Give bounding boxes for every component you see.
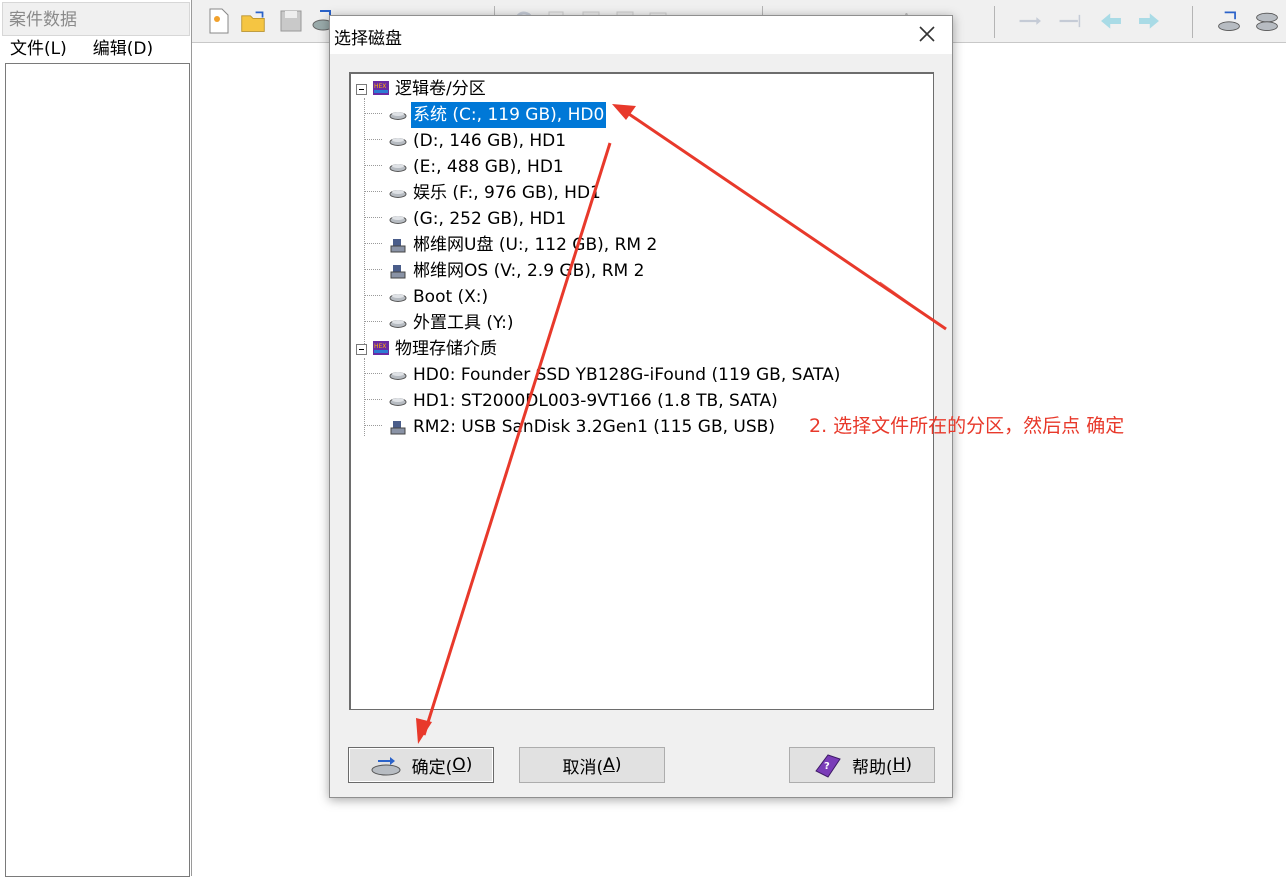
help-book-icon: ? [815, 754, 841, 778]
hard-drive-icon [389, 294, 407, 302]
ok-label-end: ) [465, 755, 473, 775]
disk-open-icon [371, 757, 401, 776]
menu-edit[interactable]: 编辑(D) [93, 36, 153, 62]
help-label-end: ) [905, 755, 913, 775]
tree-item-volume-2[interactable]: (E:, 488 GB), HD1 [389, 154, 929, 180]
hard-drive-icon [389, 216, 407, 224]
tree-item-volume-label: 郴维网U盘 (U:, 112 GB), RM 2 [413, 235, 658, 255]
disk-tree[interactable]: HEX 逻辑卷/分区 系统 (C:, 119 GB), HD0 (D:, 146… [349, 72, 934, 710]
cancel-label-end: ) [614, 755, 622, 775]
instruction-annotation: 2. 选择文件所在的分区，然后点 确定 [809, 415, 1125, 437]
back-arrow-icon[interactable] [1098, 7, 1124, 35]
svg-text:HEX: HEX [374, 343, 386, 350]
ok-button-label: 确定( [411, 757, 453, 778]
hard-drive-icon [389, 372, 407, 380]
hex-volume-icon: HEX [373, 81, 389, 95]
cancel-accelerator: A [603, 755, 615, 775]
hard-drive-icon [389, 190, 407, 198]
new-file-icon[interactable] [206, 7, 232, 35]
tree-item-volume-label: Boot (X:) [413, 287, 489, 307]
tree-item-disk-label: RM2: USB SanDisk 3.2Gen1 (115 GB, USB) [413, 417, 775, 437]
tree-item-volume-label: (G:, 252 GB), HD1 [413, 209, 567, 229]
help-accelerator: H [892, 755, 906, 775]
save-icon[interactable] [278, 7, 304, 35]
svg-text:?: ? [824, 761, 830, 772]
hard-drive-icon [389, 112, 407, 120]
case-panel-menu: 文件(L) 编辑(D) [2, 36, 153, 62]
tree-item-volume-label: (E:, 488 GB), HD1 [413, 157, 564, 177]
open-disk-icon[interactable] [1216, 7, 1242, 35]
svg-text:HEX: HEX [374, 83, 386, 90]
tree-group-logical-label: 逻辑卷/分区 [395, 79, 486, 99]
open-folder-icon[interactable] [240, 7, 266, 35]
hard-drive-icon [389, 164, 407, 172]
tree-item-volume-6[interactable]: 郴维网OS (V:, 2.9 GB), RM 2 [389, 258, 929, 284]
tree-item-volume-label: (D:, 146 GB), HD1 [413, 131, 567, 151]
forward-arrow-icon[interactable] [1136, 7, 1162, 35]
usb-drive-icon [390, 239, 406, 253]
hard-drive-icon [389, 398, 407, 406]
tree-group-physical-label: 物理存储介质 [395, 339, 497, 359]
tree-item-volume-5[interactable]: 郴维网U盘 (U:, 112 GB), RM 2 [389, 232, 929, 258]
collapse-logical-icon[interactable] [356, 84, 367, 95]
case-panel-title: 案件数据 [2, 2, 190, 36]
collapse-physical-icon[interactable] [356, 344, 367, 355]
tree-item-volume-0[interactable]: 系统 (C:, 119 GB), HD0 [389, 102, 929, 128]
tree-item-volume-label: 外置工具 (Y:) [413, 313, 514, 333]
hex-media-icon: HEX [373, 341, 389, 355]
tree-item-volume-8[interactable]: 外置工具 (Y:) [389, 310, 929, 336]
hard-drive-icon [389, 320, 407, 328]
open-disks-icon[interactable] [1254, 7, 1280, 35]
tree-item-disk-0[interactable]: HD0: Founder SSD YB128G-iFound (119 GB, … [389, 362, 929, 388]
select-disk-dialog: 选择磁盘 HEX 逻辑卷/分区 系统 (C:, 119 GB), HD0 (D:… [329, 15, 953, 798]
tree-item-disk-label: HD0: Founder SSD YB128G-iFound (119 GB, … [413, 365, 841, 385]
help-button[interactable]: ? 帮助(H) [789, 747, 935, 783]
usb-drive-icon [390, 421, 406, 435]
usb-drive-icon [390, 265, 406, 279]
tree-item-volume-4[interactable]: (G:, 252 GB), HD1 [389, 206, 929, 232]
goto-sector-icon[interactable] [1058, 7, 1084, 35]
tree-item-volume-3[interactable]: 娱乐 (F:, 976 GB), HD1 [389, 180, 929, 206]
goto-offset-icon[interactable] [1018, 7, 1044, 35]
close-icon[interactable] [916, 23, 938, 45]
case-data-panel: 案件数据 文件(L) 编辑(D) [0, 0, 192, 877]
tree-item-volume-label: 郴维网OS (V:, 2.9 GB), RM 2 [413, 261, 645, 281]
tree-item-volume-label: 娱乐 (F:, 976 GB), HD1 [413, 183, 601, 203]
tree-item-volume-1[interactable]: (D:, 146 GB), HD1 [389, 128, 929, 154]
tree-item-disk-label: HD1: ST2000DL003-9VT166 (1.8 TB, SATA) [413, 391, 778, 411]
hard-drive-icon [389, 138, 407, 146]
cancel-button-label: 取消( [562, 757, 604, 778]
ok-accelerator: O [452, 755, 466, 775]
case-list[interactable] [5, 63, 190, 877]
dialog-titlebar: 选择磁盘 [330, 16, 952, 54]
dialog-title: 选择磁盘 [334, 29, 402, 49]
cancel-button[interactable]: 取消(A) [519, 747, 665, 783]
tree-item-volume-7[interactable]: Boot (X:) [389, 284, 929, 310]
help-button-label: 帮助( [851, 757, 893, 778]
tree-item-volume-label: 系统 (C:, 119 GB), HD0 [411, 102, 607, 128]
menu-file[interactable]: 文件(L) [10, 36, 67, 62]
ok-button[interactable]: 确定(O) [348, 747, 494, 783]
